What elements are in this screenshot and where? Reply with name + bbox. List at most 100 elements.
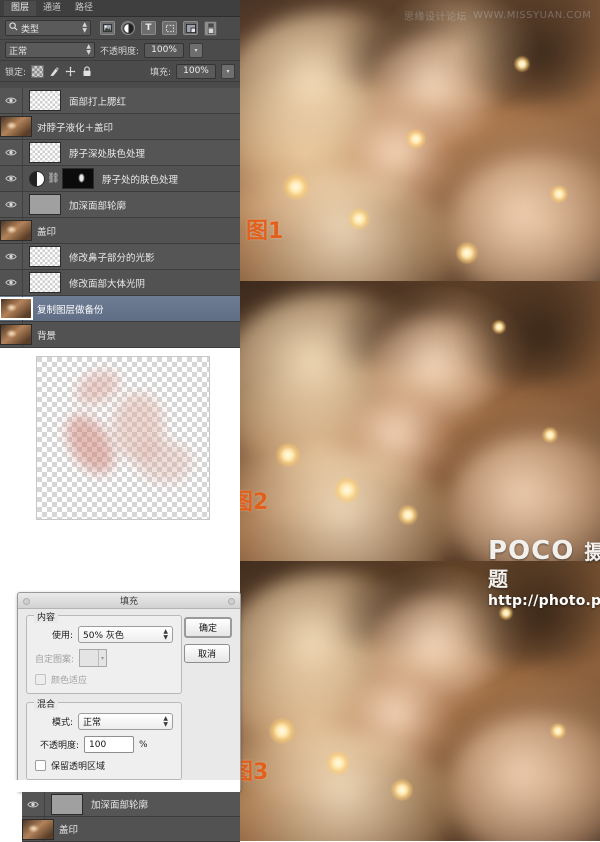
color-adapt-label: 颜色适应 — [51, 676, 88, 686]
layer-visibility-toggle[interactable] — [0, 270, 23, 295]
filter-toggle-icon[interactable] — [204, 20, 217, 36]
custom-pattern-label: 自定图案: — [35, 654, 75, 665]
tab-paths[interactable]: 路径 — [68, 1, 100, 16]
custom-pattern-picker[interactable]: ▾ — [79, 649, 108, 667]
adjustment-layer-icon[interactable] — [29, 170, 45, 187]
mode-select[interactable]: 正常 ▲ ▼ — [78, 713, 173, 730]
layer-thumbnail[interactable] — [0, 324, 32, 345]
layer-thumbnail[interactable] — [0, 116, 32, 137]
color-adapt-checkbox[interactable] — [35, 674, 46, 685]
fill-stepper[interactable]: ▾ — [221, 63, 235, 79]
layers-panel: 图层 通道 路径 类型 ▲ ▼ T 正常 ▲ ▼ 不透明度: 100% ▾ 锁定… — [0, 0, 240, 348]
layer-name[interactable]: 复制图层做备份 — [37, 302, 104, 316]
layer-thumb-group: ⛓ — [23, 168, 94, 189]
table-row[interactable]: 加深面部轮廓 — [22, 792, 240, 817]
filter-kind-select[interactable]: 类型 ▲ ▼ — [5, 20, 91, 36]
layer-thumbnail[interactable] — [29, 194, 61, 215]
pixel-layer-filter-icon[interactable] — [100, 21, 115, 35]
contents-group-title: 内容 — [34, 610, 59, 623]
layer-thumbnail[interactable] — [29, 272, 61, 293]
table-row[interactable]: 加深面部轮廓 — [0, 192, 240, 218]
layer-visibility-toggle[interactable] — [0, 192, 23, 217]
screenshot-root: POCO 摄影专题 http://photo.poco.cn/ 思缘设计论坛 W… — [0, 0, 600, 842]
table-row[interactable]: 盖印 — [0, 218, 240, 244]
layer-thumbnail[interactable] — [51, 793, 83, 815]
layer-name[interactable]: 加深面部轮廓 — [69, 198, 126, 212]
layer-thumbnail[interactable] — [29, 142, 61, 163]
tab-channels[interactable]: 通道 — [36, 1, 68, 16]
forum-watermark-cn: 思缘设计论坛 — [404, 11, 467, 23]
table-row[interactable]: 修改面部大体光阴 — [0, 270, 240, 296]
blush-stroke — [136, 441, 192, 484]
mask-link-icon[interactable]: ⛓ — [47, 172, 60, 185]
fairy-light — [268, 717, 295, 744]
use-select[interactable]: 50% 灰色 ▲ ▼ — [78, 626, 173, 643]
layer-visibility-toggle[interactable] — [22, 792, 45, 816]
table-row[interactable]: 脖子深处肤色处理 — [0, 140, 240, 166]
layer-visibility-toggle[interactable] — [0, 88, 23, 113]
layer-name[interactable]: 修改鼻子部分的光影 — [69, 250, 155, 264]
blend-opacity-row: 正常 ▲ ▼ 不透明度: 100% ▾ — [0, 40, 240, 61]
layer-thumb-group — [23, 142, 61, 163]
lock-fill-row: 锁定: 填充: 100% ▾ — [0, 61, 240, 82]
table-row[interactable]: 修改鼻子部分的光影 — [0, 244, 240, 270]
shape-layer-filter-icon[interactable] — [162, 21, 177, 35]
chevron-updown-icon: ▲ ▼ — [163, 714, 168, 728]
type-layer-filter-icon[interactable]: T — [141, 21, 156, 35]
cancel-button[interactable]: 取消 — [184, 644, 230, 663]
layer-name[interactable]: 修改面部大体光阴 — [69, 276, 145, 290]
layer-filter-row: 类型 ▲ ▼ T — [0, 17, 240, 40]
tab-layers[interactable]: 图层 — [4, 1, 37, 16]
titlebar-grip-left-icon — [23, 598, 30, 605]
photo-scene-1 — [240, 0, 600, 281]
opacity-stepper[interactable]: ▾ — [189, 42, 204, 58]
chevron-updown-icon: ▲ ▼ — [163, 627, 168, 641]
use-value: 50% 灰色 — [83, 631, 124, 641]
layer-name[interactable]: 脖子处的肤色处理 — [102, 172, 178, 186]
dialog-opacity-input[interactable]: 100 — [84, 736, 134, 753]
layer-mask-thumbnail[interactable] — [62, 168, 94, 189]
blending-group: 混合 模式: 正常 ▲ ▼ 不透明度: 100 % 保留透明区域 — [26, 697, 182, 780]
fill-value-field[interactable]: 100% — [176, 63, 216, 79]
layer-name[interactable]: 面部打上腮红 — [69, 94, 126, 108]
layer-list: 面部打上腮红 对脖子液化＋盖印 脖子深处肤色处理 ⛓ 脖子处的肤色处理 加深面部… — [0, 88, 240, 348]
fairy-light — [542, 426, 559, 443]
layer-visibility-toggle[interactable] — [0, 244, 23, 269]
layer-thumbnail[interactable] — [0, 220, 32, 241]
layer-name[interactable]: 背景 — [37, 328, 56, 342]
lock-icon-group — [31, 64, 92, 78]
table-row[interactable]: ⛓ 脖子处的肤色处理 — [0, 166, 240, 192]
blend-mode-select[interactable]: 正常 ▲ ▼ — [5, 42, 95, 58]
table-row[interactable]: 背景 — [0, 322, 240, 348]
table-row[interactable]: 面部打上腮红 — [0, 88, 240, 114]
layer-name[interactable]: 盖印 — [37, 224, 56, 238]
preserve-transparency-label: 保留透明区域 — [51, 762, 106, 772]
table-row[interactable]: 盖印 — [22, 817, 240, 842]
layer-name[interactable]: 加深面部轮廓 — [91, 797, 148, 811]
layer-visibility-toggle[interactable] — [0, 166, 23, 191]
layer-thumbnail[interactable] — [0, 297, 33, 320]
layer-thumbnail[interactable] — [29, 246, 61, 267]
table-row[interactable]: 复制图层做备份 — [0, 296, 240, 322]
layer-name[interactable]: 脖子深处肤色处理 — [69, 146, 145, 160]
search-icon — [9, 22, 18, 34]
layer-name[interactable]: 盖印 — [59, 822, 78, 836]
lock-image-pixels-icon[interactable] — [49, 66, 60, 77]
smart-object-filter-icon[interactable] — [183, 21, 198, 35]
layer-thumbnail[interactable] — [22, 818, 54, 840]
layer-name[interactable]: 对脖子液化＋盖印 — [37, 120, 113, 134]
layer-thumb-group — [45, 793, 83, 815]
preserve-transparency-checkbox[interactable] — [35, 760, 46, 771]
ok-button[interactable]: 确定 — [184, 617, 232, 638]
layer-thumb-group — [23, 194, 61, 215]
layer-thumb-group — [23, 246, 61, 267]
lock-transparent-pixels-icon[interactable] — [31, 64, 45, 78]
panel-tab-bar: 图层 通道 路径 — [0, 0, 240, 17]
lock-all-icon[interactable] — [81, 65, 92, 77]
layer-thumbnail[interactable] — [29, 90, 61, 111]
table-row[interactable]: 对脖子液化＋盖印 — [0, 114, 240, 140]
layer-visibility-toggle[interactable] — [0, 140, 23, 165]
adjustment-layer-filter-icon[interactable] — [121, 21, 135, 35]
opacity-value-field[interactable]: 100% — [144, 42, 185, 58]
lock-position-icon[interactable] — [65, 66, 76, 77]
